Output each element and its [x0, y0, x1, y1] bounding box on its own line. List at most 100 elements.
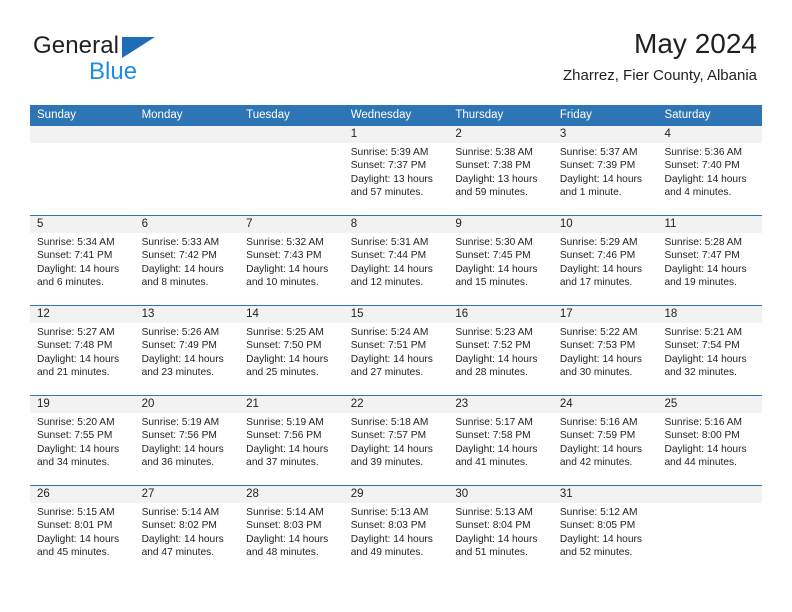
day-cell[interactable]: 23 Sunrise: 5:17 AM Sunset: 7:58 PM Dayligh… [448, 396, 553, 485]
day-cell[interactable]: 29 Sunrise: 5:13 AM Sunset: 8:03 PM Dayligh… [343, 486, 449, 575]
sunset-text: Sunset: 7:42 PM [141, 250, 217, 262]
page-header: General Blue May 2024 Zharrez, Fier Coun… [0, 0, 792, 100]
day-number: 19 [30, 396, 135, 413]
daylight-text: Daylight: 14 hours and 37 minutes. [246, 443, 329, 469]
sun-info: Sunrise: 5:15 AM Sunset: 8:01 PM Daylight:… [30, 503, 135, 560]
day-cell[interactable]: 24 Sunrise: 5:16 AM Sunset: 7:59 PM Dayligh… [552, 396, 658, 485]
day-number: 22 [343, 396, 449, 413]
sun-info: Sunrise: 5:14 AM Sunset: 8:02 PM Daylight:… [135, 503, 240, 560]
day-cell[interactable]: 9 Sunrise: 5:30 AM Sunset: 7:45 PM Daylight… [448, 216, 553, 305]
day-cell[interactable]: 8 Sunrise: 5:31 AM Sunset: 7:44 PM Daylight… [343, 216, 449, 305]
sunrise-text: Sunrise: 5:18 AM [350, 417, 429, 428]
sunrise-text: Sunrise: 5:13 AM [455, 507, 533, 518]
day-cell[interactable]: 28 Sunrise: 5:14 AM Sunset: 8:03 PM Dayligh… [239, 486, 344, 575]
day-cell[interactable]: 21 Sunrise: 5:19 AM Sunset: 7:56 PM Dayligh… [239, 396, 344, 485]
sunrise-text: Sunrise: 5:14 AM [246, 507, 324, 518]
sunrise-text: Sunrise: 5:21 AM [664, 327, 743, 338]
day-number: 7 [239, 216, 344, 233]
logo-text-blue: Blue [89, 58, 138, 85]
sunset-text: Sunset: 7:46 PM [559, 250, 636, 262]
day-cell[interactable]: 17 Sunrise: 5:22 AM Sunset: 7:53 PM Dayligh… [552, 306, 658, 395]
weekday-header-row: Sunday Monday Tuesday Wednesday Thursday Frid… [30, 105, 762, 126]
sun-info: Sunrise: 5:16 AM Sunset: 7:59 PM Daylight:… [553, 413, 658, 470]
sunset-text: Sunset: 7:53 PM [559, 340, 636, 352]
day-cell[interactable]: 11 Sunrise: 5:28 AM Sunset: 7:47 PM Dayligh… [657, 216, 763, 305]
sunset-text: Sunset: 8:03 PM [350, 520, 427, 532]
weekday-header-thursday: Thursday [455, 109, 504, 121]
calendar-week-cells: 12 Sunrise: 5:27 AM Sunset: 7:48 PM Dayligh… [30, 306, 763, 395]
daylight-text: Daylight: 14 hours and 34 minutes. [37, 443, 120, 469]
sun-info: Sunrise: 5:29 AM Sunset: 7:46 PM Daylight:… [553, 233, 658, 290]
day-cell[interactable]: 15 Sunrise: 5:24 AM Sunset: 7:51 PM Dayligh… [343, 306, 449, 395]
daylight-text: Daylight: 14 hours and 28 minutes. [455, 353, 538, 379]
sunrise-text: Sunrise: 5:33 AM [141, 237, 220, 248]
sunrise-text: Sunrise: 5:16 AM [664, 417, 743, 428]
day-number: 5 [30, 216, 135, 233]
day-cell[interactable]: 7 Sunrise: 5:32 AM Sunset: 7:43 PM Daylight… [239, 216, 344, 305]
day-cell[interactable]: 4 Sunrise: 5:36 AM Sunset: 7:40 PM Daylight… [657, 126, 763, 215]
sun-info: Sunrise: 5:21 AM Sunset: 7:54 PM Daylight:… [657, 323, 762, 380]
day-number: 1 [343, 126, 449, 143]
sun-info: Sunrise: 5:12 AM Sunset: 8:05 PM Daylight:… [553, 503, 658, 560]
day-number: 31 [552, 486, 658, 503]
sun-info: Sunrise: 5:25 AM Sunset: 7:50 PM Daylight:… [239, 323, 344, 380]
general-blue-logo[interactable]: General Blue [33, 33, 213, 85]
day-cell[interactable]: 1 Sunrise: 5:39 AM Sunset: 7:37 PM Daylight… [343, 126, 449, 215]
sunset-text: Sunset: 7:50 PM [246, 340, 322, 352]
daylight-text: Daylight: 14 hours and 19 minutes. [664, 263, 747, 289]
day-cell[interactable]: 18 Sunrise: 5:21 AM Sunset: 7:54 PM Dayligh… [657, 306, 763, 395]
sun-info: Sunrise: 5:19 AM Sunset: 7:56 PM Daylight:… [135, 413, 240, 470]
day-cell[interactable]: 19 Sunrise: 5:20 AM Sunset: 7:55 PM Dayligh… [30, 396, 135, 485]
day-cell[interactable]: 20 Sunrise: 5:19 AM Sunset: 7:56 PM Dayligh… [134, 396, 240, 485]
daylight-text: Daylight: 14 hours and 49 minutes. [350, 533, 433, 559]
daylight-text: Daylight: 14 hours and 32 minutes. [664, 353, 747, 379]
sun-info: Sunrise: 5:34 AM Sunset: 7:41 PM Daylight:… [30, 233, 135, 290]
day-cell[interactable]: 31 Sunrise: 5:12 AM Sunset: 8:05 PM Dayligh… [552, 486, 658, 575]
daylight-text: Daylight: 14 hours and 17 minutes. [559, 263, 643, 289]
day-cell[interactable]: 3 Sunrise: 5:37 AM Sunset: 7:39 PM Daylight… [552, 126, 658, 215]
day-cell[interactable]: 22 Sunrise: 5:18 AM Sunset: 7:57 PM Dayligh… [343, 396, 449, 485]
sunrise-text: Sunrise: 5:29 AM [559, 237, 638, 248]
calendar-week-cells: 19 Sunrise: 5:20 AM Sunset: 7:55 PM Dayligh… [30, 396, 763, 485]
calendar-week-row: 1 Sunrise: 5:39 AM Sunset: 7:37 PM Daylight… [30, 126, 763, 215]
day-cell[interactable]: 25 Sunrise: 5:16 AM Sunset: 8:00 PM Dayligh… [657, 396, 763, 485]
day-cell[interactable]: 16 Sunrise: 5:23 AM Sunset: 7:52 PM Dayligh… [448, 306, 553, 395]
day-cell[interactable]: 13 Sunrise: 5:26 AM Sunset: 7:49 PM Dayligh… [134, 306, 240, 395]
day-cell[interactable]: 30 Sunrise: 5:13 AM Sunset: 8:04 PM Dayligh… [448, 486, 553, 575]
day-cell[interactable]: 6 Sunrise: 5:33 AM Sunset: 7:42 PM Daylight… [134, 216, 240, 305]
day-cell[interactable]: 26 Sunrise: 5:15 AM Sunset: 8:01 PM Dayligh… [30, 486, 135, 575]
daylight-text: Daylight: 14 hours and 48 minutes. [246, 533, 329, 559]
daylight-text: Daylight: 14 hours and 47 minutes. [141, 533, 224, 559]
sun-info: Sunrise: 5:13 AM Sunset: 8:04 PM Daylight:… [448, 503, 553, 560]
calendar-week-row: 12 Sunrise: 5:27 AM Sunset: 7:48 PM Dayligh… [30, 305, 763, 395]
day-number: 12 [30, 306, 135, 323]
sunset-text: Sunset: 7:55 PM [37, 430, 113, 442]
day-number: 11 [657, 216, 763, 233]
logo-triangle-icon [122, 37, 155, 58]
day-number: 23 [448, 396, 553, 413]
sunrise-text: Sunrise: 5:14 AM [141, 507, 220, 518]
sun-info: Sunrise: 5:37 AM Sunset: 7:39 PM Daylight:… [553, 143, 658, 200]
daylight-text: Daylight: 14 hours and 51 minutes. [455, 533, 538, 559]
sunrise-text: Sunrise: 5:38 AM [455, 147, 533, 158]
sunrise-text: Sunrise: 5:19 AM [246, 417, 324, 428]
day-number: 29 [343, 486, 449, 503]
sun-info: Sunrise: 5:32 AM Sunset: 7:43 PM Daylight:… [239, 233, 344, 290]
sunset-text: Sunset: 7:58 PM [455, 430, 531, 442]
sunset-text: Sunset: 8:01 PM [37, 520, 113, 532]
day-number: 20 [134, 396, 240, 413]
weekday-header-wednesday: Wednesday [350, 109, 412, 121]
sunset-text: Sunset: 7:56 PM [246, 430, 322, 442]
day-cell[interactable]: 27 Sunrise: 5:14 AM Sunset: 8:02 PM Dayligh… [134, 486, 240, 575]
sunset-text: Sunset: 8:03 PM [246, 520, 322, 532]
day-cell[interactable]: 10 Sunrise: 5:29 AM Sunset: 7:46 PM Dayligh… [552, 216, 658, 305]
day-cell[interactable]: 14 Sunrise: 5:25 AM Sunset: 7:50 PM Dayligh… [239, 306, 344, 395]
day-cell[interactable]: 2 Sunrise: 5:38 AM Sunset: 7:38 PM Daylight… [448, 126, 553, 215]
day-cell[interactable]: 5 Sunrise: 5:34 AM Sunset: 7:41 PM Daylight… [30, 216, 135, 305]
day-cell[interactable]: 12 Sunrise: 5:27 AM Sunset: 7:48 PM Dayligh… [30, 306, 135, 395]
daylight-text: Daylight: 14 hours and 45 minutes. [37, 533, 120, 559]
sunset-text: Sunset: 7:39 PM [559, 160, 636, 172]
sunrise-text: Sunrise: 5:25 AM [246, 327, 324, 338]
day-number: 10 [552, 216, 658, 233]
sun-info: Sunrise: 5:17 AM Sunset: 7:58 PM Daylight:… [448, 413, 553, 470]
